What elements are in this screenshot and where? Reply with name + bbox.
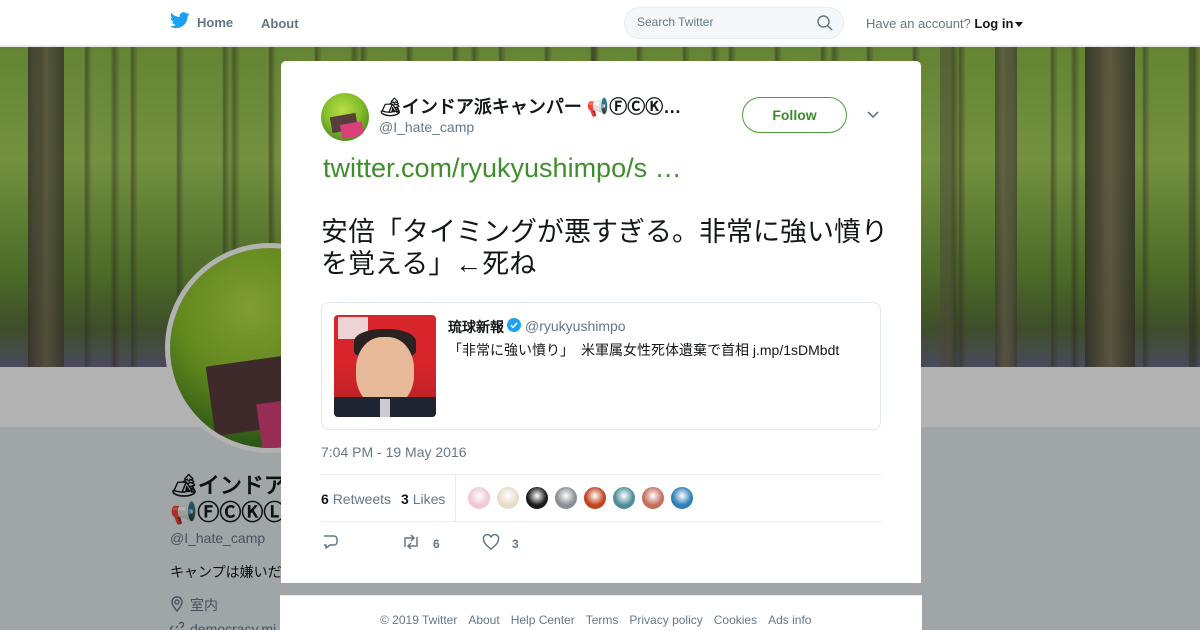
likers-avatars <box>467 486 694 510</box>
liker-avatar[interactable] <box>670 486 694 510</box>
retweets-count: 6 <box>321 491 329 507</box>
follow-button[interactable]: Follow <box>742 97 847 133</box>
caret-down-icon <box>1015 22 1024 28</box>
verified-badge-icon <box>507 318 521 332</box>
quoted-author-handle: @ryukyushimpo <box>525 318 626 334</box>
tweet-text: 安倍「タイミングが悪すぎる。非常に強い憤りを覚える」←死ね <box>321 217 888 279</box>
account-prompt: Have an account? <box>866 16 971 31</box>
heart-icon <box>482 533 500 553</box>
footer-link[interactable]: Terms <box>586 613 619 627</box>
footer: © 2019 Twitter About Help Center Terms Priva… <box>280 595 922 630</box>
liker-avatar[interactable] <box>641 486 665 510</box>
likes-count: 3 <box>401 491 409 507</box>
twitter-bird-icon <box>169 12 190 32</box>
quoted-tweet-text: 「非常に強い憤り」 米軍属女性死体遺棄で首相 j.mp/1sDMbdt <box>448 342 840 358</box>
liker-avatar[interactable] <box>496 486 520 510</box>
liker-avatar[interactable] <box>554 486 578 510</box>
footer-link[interactable]: © 2019 Twitter <box>380 613 457 627</box>
search-icon[interactable] <box>817 15 833 36</box>
tweet-stats: 6 Retweets 3 Likes <box>321 474 881 522</box>
nav-home[interactable]: Home <box>169 12 234 32</box>
reply-button[interactable] <box>321 534 351 553</box>
top-nav: Home About Have an account? Log in <box>0 0 1200 46</box>
close-icon[interactable] <box>1155 12 1177 34</box>
likes-stat[interactable]: 3 Likes <box>401 491 445 507</box>
tweet-author-handle[interactable]: @I_hate_camp <box>379 119 474 135</box>
liker-avatar[interactable] <box>467 486 491 510</box>
tweet-author-name[interactable]: 🏕インドア派キャンパー 📢ⒻⒸⓀ… <box>379 93 689 119</box>
retweet-icon <box>401 534 421 553</box>
search-input[interactable] <box>637 15 807 29</box>
search-box[interactable] <box>624 7 844 39</box>
quoted-tweet[interactable]: 琉球新報 @ryukyushimpo 「非常に強い憤り」 米軍属女性死体遺棄で首… <box>321 302 881 430</box>
footer-link[interactable]: Ads info <box>768 613 811 627</box>
liker-avatar[interactable] <box>583 486 607 510</box>
tweet-modal: 🏕インドア派キャンパー 📢ⒻⒸⓀ… @I_hate_camp Follow tw… <box>281 61 921 583</box>
footer-link[interactable]: Cookies <box>714 613 757 627</box>
login-link[interactable]: Log in <box>974 16 1013 31</box>
liker-avatar[interactable] <box>612 486 636 510</box>
footer-link[interactable]: About <box>468 613 499 627</box>
quoted-author-name: 琉球新報 <box>448 319 504 335</box>
retweets-label: Retweets <box>332 491 392 507</box>
retweet-count: 6 <box>433 536 440 551</box>
liker-avatar[interactable] <box>525 486 549 510</box>
tweet-timestamp[interactable]: 7:04 PM - 19 May 2016 <box>321 444 467 460</box>
stats-divider <box>455 475 456 521</box>
nav-about[interactable]: About <box>261 16 299 31</box>
quoted-tweet-image <box>334 315 436 417</box>
chevron-down-icon[interactable] <box>866 108 880 122</box>
footer-link[interactable]: Help Center <box>511 613 575 627</box>
footer-links: © 2019 Twitter About Help Center Terms Priva… <box>380 613 811 627</box>
tweet-link[interactable]: twitter.com/ryukyushimpo/s … <box>323 153 682 184</box>
retweet-stat[interactable]: 6 Retweets <box>321 491 391 507</box>
account-menu[interactable]: Have an account? Log in <box>866 16 1024 31</box>
like-count: 3 <box>512 536 519 551</box>
retweet-button[interactable]: 6 <box>401 534 440 553</box>
likes-label: Likes <box>412 491 446 507</box>
nav-home-label: Home <box>197 14 234 30</box>
tweet-author-avatar[interactable] <box>321 93 369 141</box>
footer-link[interactable]: Privacy policy <box>629 613 702 627</box>
image-tie <box>380 399 390 417</box>
avatar-pink-item <box>339 121 365 139</box>
like-button[interactable]: 3 <box>482 533 519 553</box>
reply-icon <box>321 534 339 553</box>
tweet-actions: 6 3 <box>321 533 881 554</box>
